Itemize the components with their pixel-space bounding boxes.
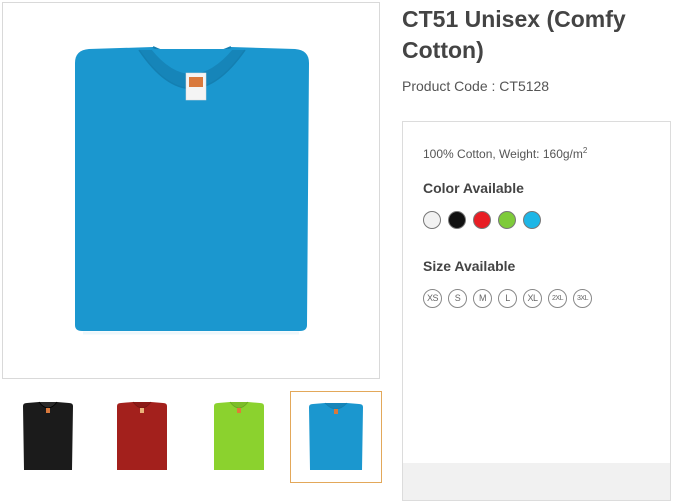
tshirt-thumb-icon [117, 401, 167, 470]
tshirt-image [75, 46, 309, 335]
product-code: Product Code : CT5128 [402, 78, 550, 94]
size-option-xl[interactable]: XL [523, 289, 542, 308]
fabric-spec-superscript: 2 [582, 146, 588, 155]
size-heading: Size Available [423, 258, 516, 274]
size-option-2xl[interactable]: 2XL [548, 289, 567, 308]
product-details-panel: 100% Cotton, Weight: 160g/m2 Color Avail… [402, 121, 671, 501]
tshirt-thumb-icon [214, 401, 264, 470]
product-title: CT51 Unisex (Comfy Cotton) [402, 6, 626, 63]
thumbnail-blue[interactable] [290, 391, 382, 483]
color-heading: Color Available [423, 180, 524, 196]
fabric-spec: 100% Cotton, Weight: 160g/m2 [423, 146, 587, 161]
color-swatch-red[interactable] [473, 211, 491, 229]
thumbnail-lime[interactable] [194, 391, 286, 483]
color-swatch-white[interactable] [423, 211, 441, 229]
fabric-spec-text: 100% Cotton, Weight: 160g/m [423, 147, 583, 161]
size-option-3xl[interactable]: 3XL [573, 289, 592, 308]
size-option-s[interactable]: S [448, 289, 467, 308]
thumbnail-black[interactable] [0, 391, 92, 483]
tshirt-thumb-icon [23, 401, 73, 470]
thumbnail-red[interactable] [97, 391, 189, 483]
size-option-m[interactable]: M [473, 289, 492, 308]
color-swatch-black[interactable] [448, 211, 466, 229]
size-option-xs[interactable]: XS [423, 289, 442, 308]
color-swatch-green[interactable] [498, 211, 516, 229]
tshirt-thumb-icon [309, 402, 363, 470]
main-product-image[interactable] [2, 2, 380, 379]
size-option-l[interactable]: L [498, 289, 517, 308]
color-swatch-blue[interactable] [523, 211, 541, 229]
panel-footer [403, 463, 670, 500]
